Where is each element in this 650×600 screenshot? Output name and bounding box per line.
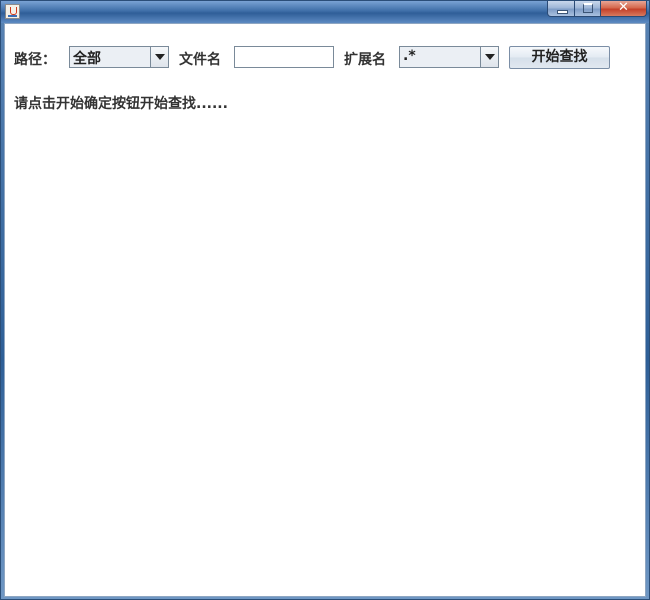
main-panel: 路径： 全部 文件名 扩展名 .* 开始查找 请点击开始确定按钮开始查找....… — [4, 23, 646, 597]
app-window: ✕ 路径： 全部 文件名 扩展名 .* 开始查找 请点击开始确定按钮开始查找..… — [0, 0, 650, 600]
extension-select-value: .* — [403, 48, 416, 64]
chevron-down-icon[interactable] — [480, 47, 498, 67]
close-icon: ✕ — [618, 0, 629, 15]
path-select-value: 全部 — [73, 51, 101, 67]
maximize-button[interactable] — [575, 1, 601, 17]
filename-label: 文件名 — [179, 52, 221, 68]
path-select[interactable]: 全部 — [69, 46, 169, 68]
close-button[interactable]: ✕ — [601, 0, 647, 17]
minimize-button[interactable] — [547, 1, 575, 17]
status-message: 请点击开始确定按钮开始查找...... — [14, 96, 228, 112]
window-controls: ✕ — [547, 0, 647, 18]
title-bar[interactable]: ✕ — [1, 0, 649, 23]
java-app-icon — [5, 4, 20, 19]
path-label: 路径： — [14, 52, 56, 68]
chevron-down-icon[interactable] — [150, 47, 168, 67]
filename-input[interactable] — [234, 46, 334, 68]
start-search-button[interactable]: 开始查找 — [509, 46, 610, 69]
extension-select[interactable]: .* — [399, 46, 499, 68]
extension-label: 扩展名 — [344, 52, 386, 68]
